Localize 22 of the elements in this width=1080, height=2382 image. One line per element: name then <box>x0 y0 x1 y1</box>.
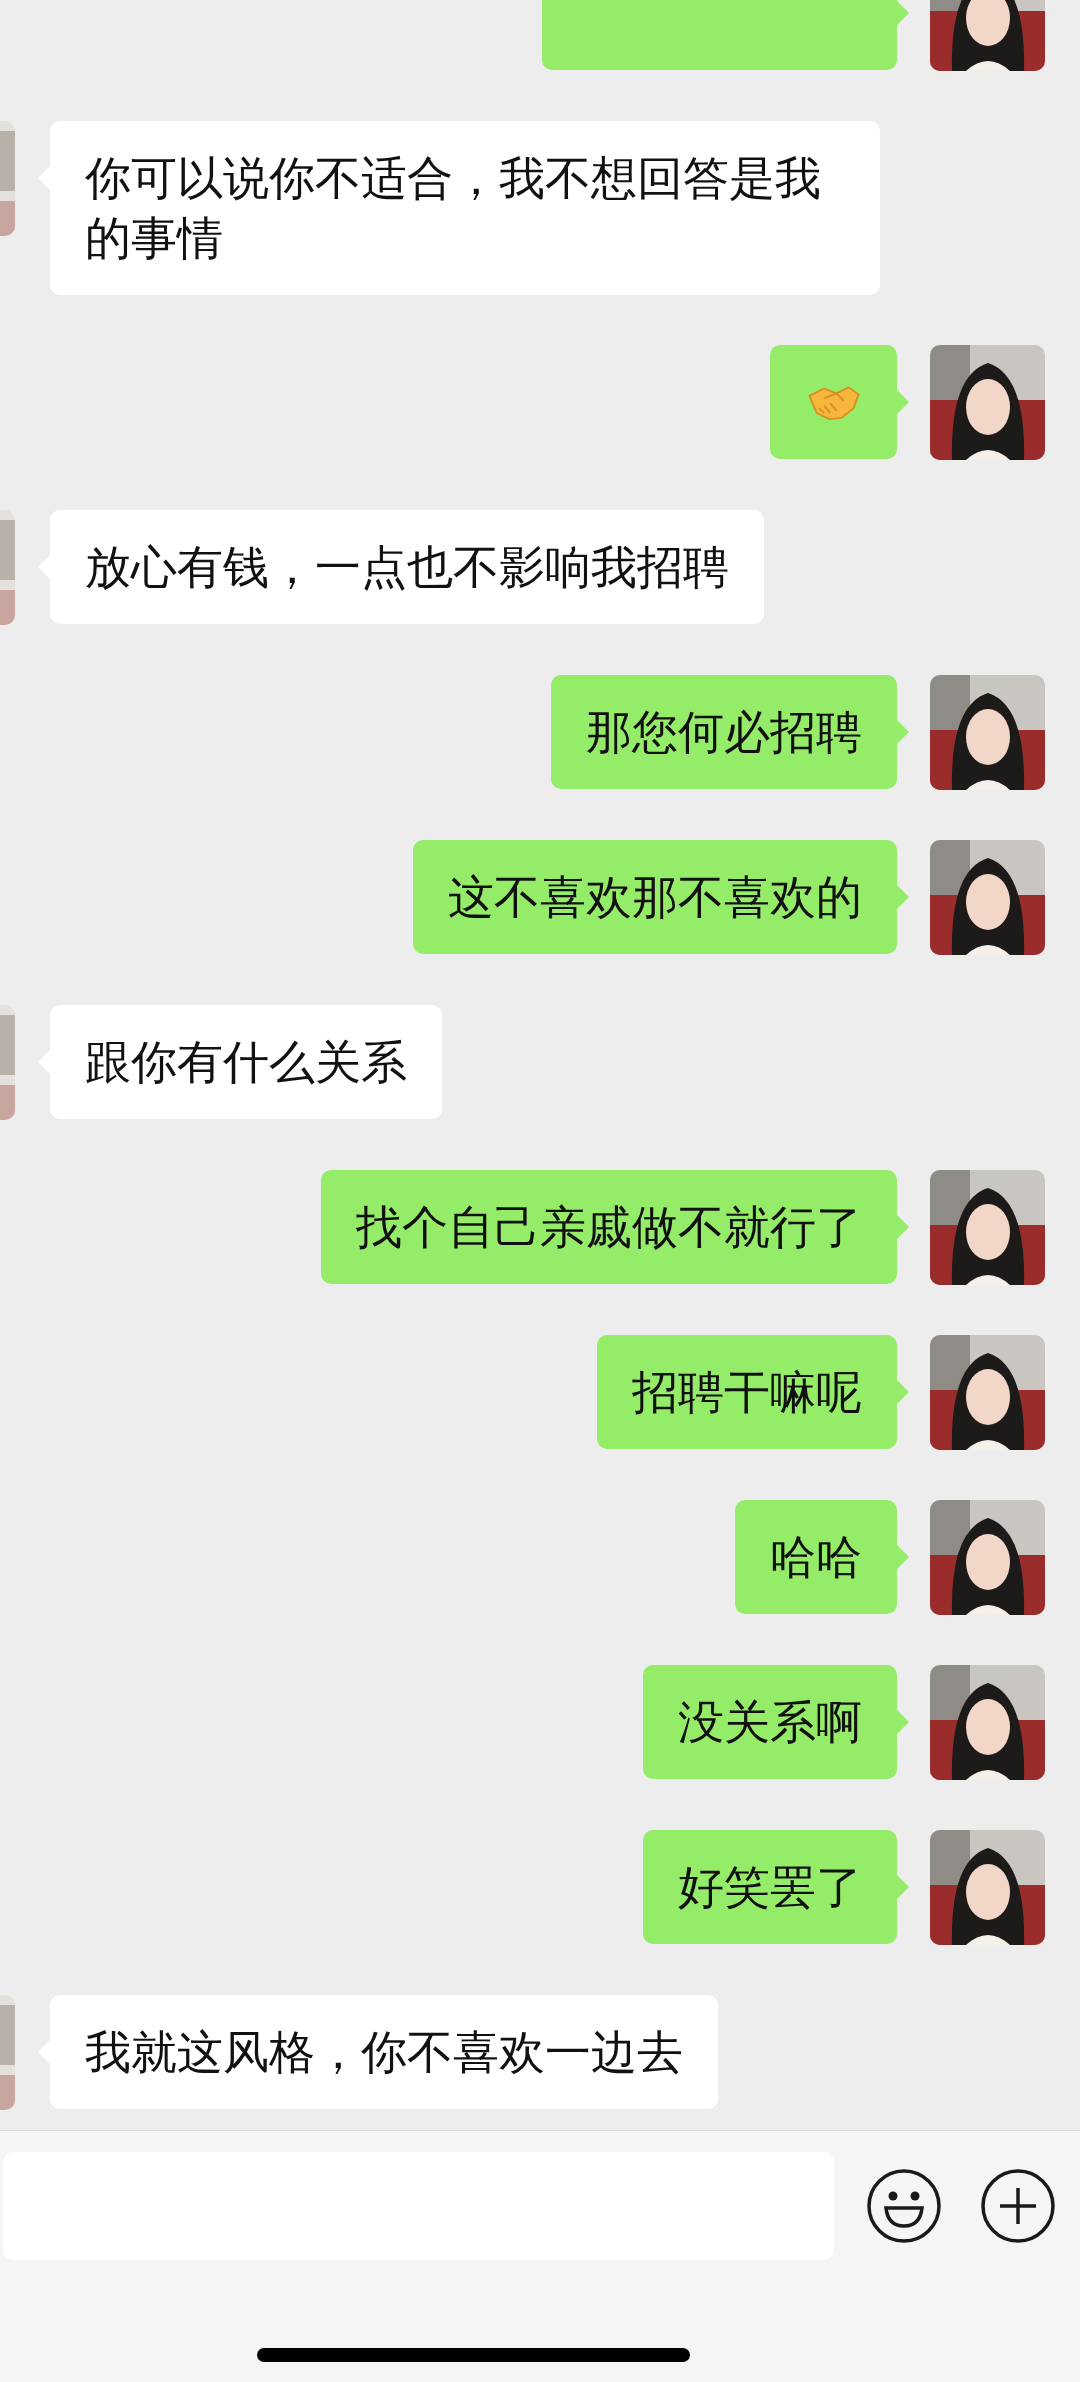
message-bubble: 跟你有什么关系 <box>50 1005 442 1119</box>
handshake-icon <box>806 383 861 421</box>
message-bubble: 这不喜欢那不喜欢的 <box>413 840 897 954</box>
bubble-tail <box>897 1380 909 1404</box>
bubble-tail <box>897 1875 909 1899</box>
message-bubble: 没关系啊 <box>643 1665 897 1779</box>
message-bubble: 招聘干嘛呢 <box>597 1335 897 1449</box>
message-bubble: 哈哈 <box>735 1500 897 1614</box>
message-bubble: 找个自己亲戚做不就行了 <box>321 1170 897 1284</box>
bubble-tail <box>897 720 909 744</box>
message-bubble: 好笑罢了 <box>643 1830 897 1944</box>
plus-icon[interactable] <box>980 2168 1056 2244</box>
message-bubble: 我就这风格，你不喜欢一边去 <box>50 1995 718 2109</box>
emoji-icon[interactable] <box>866 2168 942 2244</box>
message-bubble: 那您何必招聘 <box>551 675 897 789</box>
bubble-tail <box>897 1710 909 1734</box>
message-bubble: 放心有钱，一点也不影响我招聘 <box>50 510 764 624</box>
bubble-tail <box>897 885 909 909</box>
bubble-tail <box>897 1 909 25</box>
message-bubble: 你可以说你不适合，我不想回答是我的事情 <box>50 121 880 295</box>
bubble-tail <box>897 1545 909 1569</box>
bubble-tail <box>897 1215 909 1239</box>
